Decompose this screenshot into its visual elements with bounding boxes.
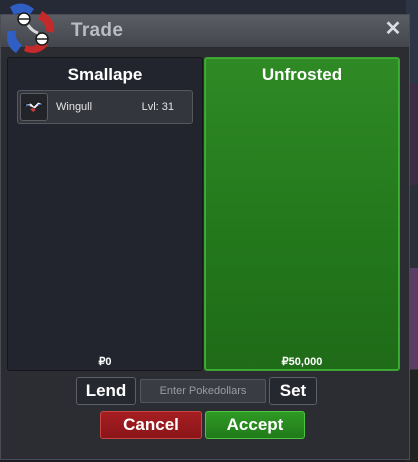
cancel-button[interactable]: Cancel (100, 411, 202, 439)
lend-button[interactable]: Lend (76, 377, 136, 405)
game-logo-icon (7, 3, 55, 53)
pokemon-level: Lvl: 31 (141, 101, 174, 113)
my-money-offer: ₽0 (98, 356, 112, 368)
partner-player-name: Unfrosted (261, 65, 343, 84)
offered-pokemon-row[interactable]: Wingull Lvl: 31 (17, 90, 193, 124)
window-title: Trade (71, 20, 124, 41)
pokedollar-input[interactable] (140, 379, 266, 403)
pokemon-name: Wingull (56, 101, 93, 113)
close-icon[interactable]: ✕ (383, 19, 403, 39)
wingull-sprite-icon (20, 93, 48, 121)
my-offer-panel: Smallape Wingull Lvl: 31 ₽0 (7, 57, 203, 371)
partner-money-offer: ₽50,000 (281, 356, 323, 368)
my-player-name: Smallape (67, 65, 143, 84)
partner-offer-panel: Unfrosted ₽50,000 (204, 57, 400, 371)
trade-window: Trade ✕ Smallape Wingull Lvl: 31 ₽0 Unfr… (0, 14, 410, 460)
accept-button[interactable]: Accept (205, 411, 305, 439)
set-money-button[interactable]: Set (269, 377, 317, 405)
